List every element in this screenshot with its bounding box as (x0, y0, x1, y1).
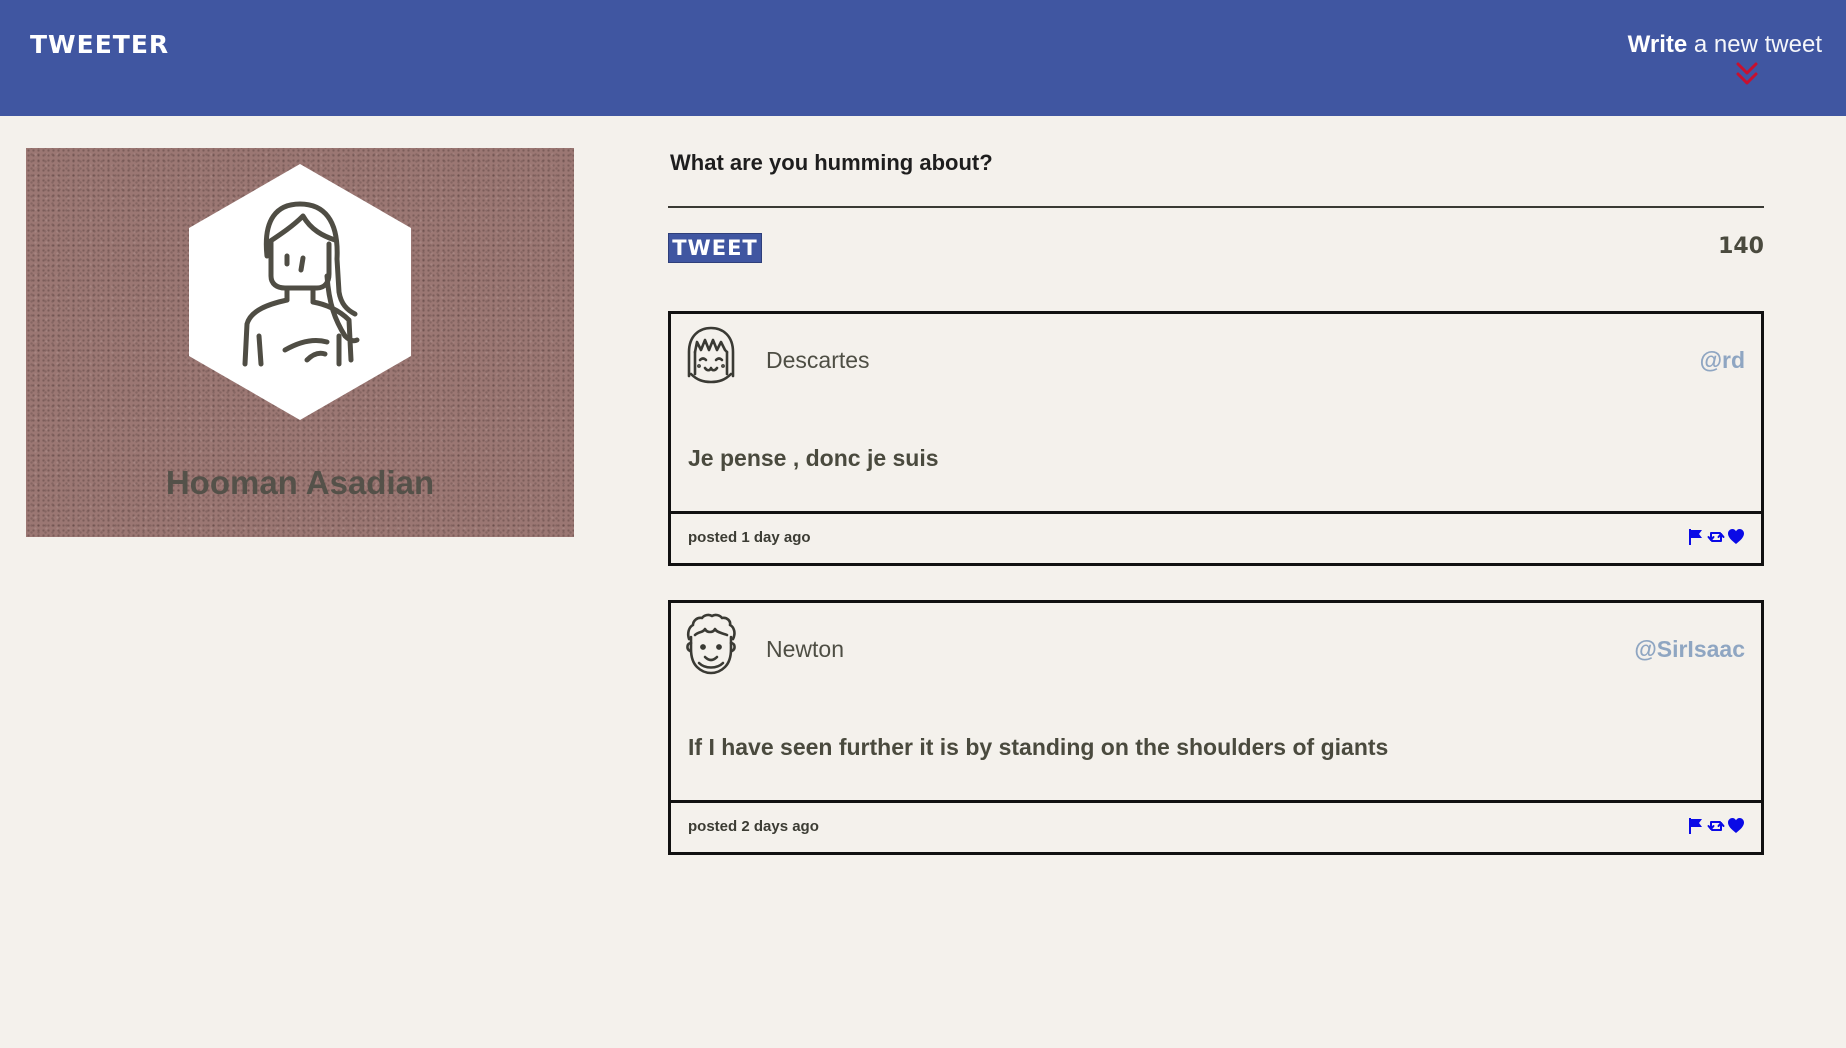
retweet-icon[interactable] (1707, 528, 1725, 546)
tweet-text: Je pense , donc je suis (688, 445, 939, 471)
heart-icon[interactable] (1727, 528, 1745, 546)
top-nav-bar: TWEETER Write a new tweet (0, 0, 1846, 116)
tweet-author-name: Descartes (766, 347, 870, 373)
tweet-text: If I have seen further it is by standing… (688, 734, 1389, 760)
tweet-text-input[interactable] (670, 150, 1750, 176)
compose-label-strong: Write (1627, 31, 1688, 58)
brand-logo[interactable]: TWEETER (30, 30, 169, 59)
heart-icon[interactable] (1727, 817, 1745, 835)
retweet-icon[interactable] (1707, 817, 1725, 835)
character-counter: 140 (1718, 234, 1764, 259)
tweet-author-handle[interactable]: @rd (1700, 347, 1745, 374)
profile-avatar (189, 164, 411, 420)
tweet-footer: posted 2 days ago (671, 800, 1761, 852)
tweet-timestamp: posted 2 days ago (688, 818, 819, 835)
profile-card: Hooman Asadian (26, 148, 574, 537)
tweet-timestamp: posted 1 day ago (688, 529, 811, 546)
tweet-submit-button[interactable]: TWEET (668, 233, 762, 263)
tweet-actions (1687, 528, 1745, 546)
tweet-author-name: Newton (766, 636, 844, 662)
input-underline (668, 206, 1764, 208)
tweet-card: Newton @SirIsaac If I have seen further … (668, 600, 1764, 855)
curly-hair-face-icon (686, 613, 736, 675)
double-chevron-down-icon[interactable] (1734, 60, 1760, 88)
bob-haircut-face-icon (687, 326, 735, 384)
tweet-actions (1687, 817, 1745, 835)
tweet-author-handle[interactable]: @SirIsaac (1634, 636, 1745, 663)
tweet-card: Descartes @rd Je pense , donc je suis po… (668, 311, 1764, 566)
profile-name: Hooman Asadian (165, 464, 435, 501)
write-new-tweet-link[interactable]: Write a new tweet (1628, 31, 1822, 59)
tweet-footer: posted 1 day ago (671, 511, 1761, 563)
flag-icon[interactable] (1687, 528, 1705, 546)
compose-label-light: a new tweet (1687, 31, 1822, 58)
flag-icon[interactable] (1687, 817, 1705, 835)
